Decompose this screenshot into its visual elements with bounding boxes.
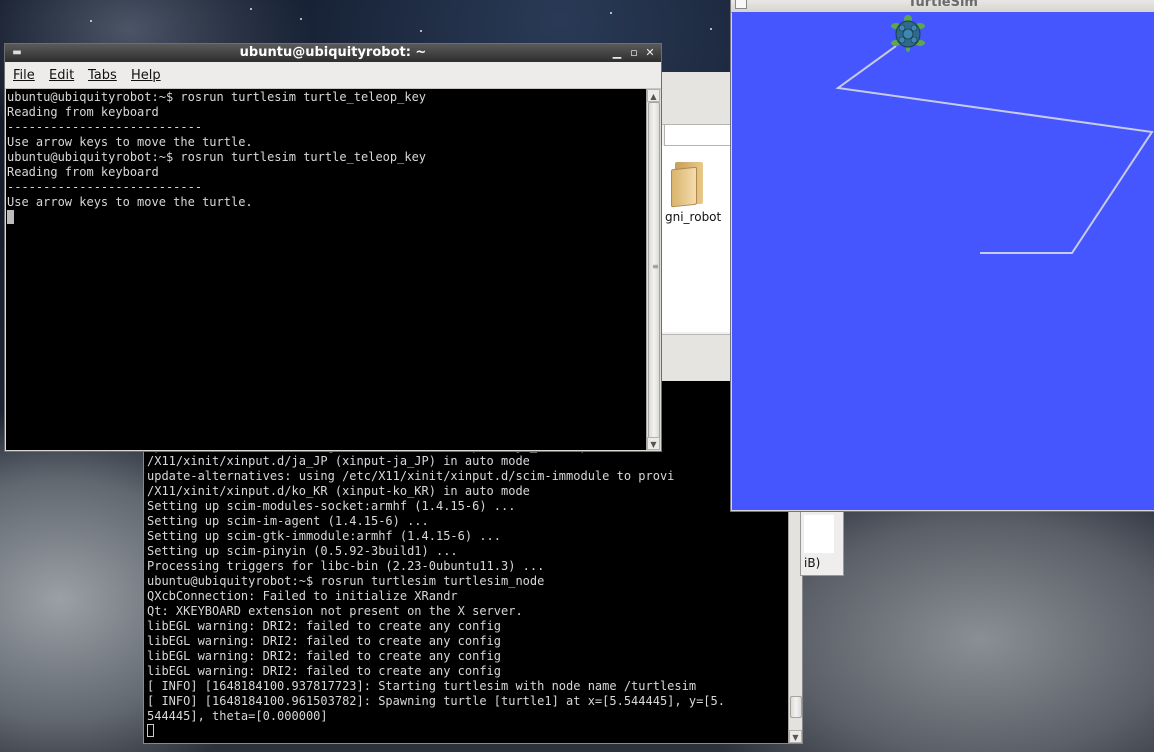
terminal-lines: update-alternatives: using /etc/X11/xini… — [147, 439, 725, 739]
terminal-line: Setting up scim-im-agent (1.4.15-6) ... — [147, 514, 429, 528]
terminal-line: Use arrow keys to move the turtle. — [7, 195, 253, 209]
star — [300, 18, 302, 20]
terminal-titlebar[interactable]: ▬ ubuntu@ubiquityrobot: ~ ▁ ▫ ✕ — [5, 44, 661, 62]
scrollbar-thumb[interactable] — [790, 696, 802, 718]
terminal-line: Setting up scim-modules-socket:armhf (1.… — [147, 499, 516, 513]
menu-tabs[interactable]: Tabs — [88, 68, 117, 83]
partial-window-panel — [804, 515, 834, 553]
star — [420, 30, 422, 32]
terminal-line: libEGL warning: DRI2: failed to create a… — [147, 619, 502, 633]
terminal-menu-icon[interactable]: ▬ — [11, 48, 23, 58]
terminal-prompt-line — [147, 724, 725, 739]
terminal-cursor — [7, 210, 14, 224]
terminal-line: libEGL warning: DRI2: failed to create a… — [147, 649, 502, 663]
scroll-down-icon[interactable]: ▼ — [647, 437, 660, 450]
turtle-path-drawing — [835, 15, 1154, 254]
terminal-line: ubuntu@ubiquityrobot:~$ rosrun turtlesim… — [7, 150, 427, 164]
partial-window: iB) — [800, 510, 844, 576]
scrollbar-grip-icon: ≡ — [652, 262, 659, 271]
terminal-line: 544445], theta=[0.000000] — [147, 709, 328, 723]
window-title: ubuntu@ubiquityrobot: ~ — [239, 45, 427, 60]
menu-edit[interactable]: Edit — [49, 68, 74, 83]
window-menu-icon[interactable] — [735, 0, 747, 9]
maximize-icon[interactable]: ▫ — [628, 46, 640, 60]
scrollbar-thumb[interactable]: ≡ — [648, 102, 660, 439]
scroll-up-icon[interactable]: ▲ — [647, 89, 660, 102]
star — [250, 8, 252, 10]
terminal-line: /X11/xinit/xinput.d/ja_JP (xinput-ja_JP)… — [147, 454, 530, 468]
terminal-line: Reading from keyboard — [7, 165, 159, 179]
location-bar[interactable] — [664, 124, 731, 146]
terminal-line: ubuntu@ubiquityrobot:~$ rosrun turtlesim… — [147, 574, 545, 588]
terminal-line: Processing triggers for libc-bin (2.23-0… — [147, 559, 545, 573]
menu-bar: File Edit Tabs Help — [5, 62, 661, 89]
folder-icon[interactable] — [671, 162, 705, 208]
terminal-line: libEGL warning: DRI2: failed to create a… — [147, 634, 502, 648]
scroll-down-icon[interactable]: ▼ — [789, 730, 802, 743]
minimize-icon[interactable]: ▁ — [611, 46, 623, 60]
file-manager-window[interactable]: gni_robot — [660, 72, 731, 381]
star — [710, 28, 712, 30]
terminal-line: Use arrow keys to move the turtle. — [7, 135, 253, 149]
terminal-line: libEGL warning: DRI2: failed to create a… — [147, 664, 502, 678]
terminal-line: QXcbConnection: Failed to initialize XRa… — [147, 589, 458, 603]
terminal-line: Setting up scim-pinyin (0.5.92-3build1) … — [147, 544, 458, 558]
menu-file[interactable]: File — [13, 68, 35, 83]
terminal-line: Reading from keyboard — [7, 105, 159, 119]
terminal-lines: ubuntu@ubiquityrobot:~$ rosrun turtlesim… — [7, 90, 646, 210]
folder-label[interactable]: gni_robot — [665, 210, 721, 224]
terminal-line: update-alternatives: using /etc/X11/xini… — [147, 469, 675, 483]
file-manager-toolbar — [661, 72, 731, 125]
terminal-line: --------------------------- — [7, 180, 203, 194]
terminal-line: /X11/xinit/xinput.d/ko_KR (xinput-ko_KR)… — [147, 484, 530, 498]
terminal-line: [ INFO] [1648184100.937817723]: Starting… — [147, 679, 697, 693]
partial-window-text: iB) — [804, 556, 821, 570]
terminal-window-teleop[interactable]: ▬ ubuntu@ubiquityrobot: ~ ▁ ▫ ✕ File Edi… — [4, 43, 662, 452]
menu-help[interactable]: Help — [131, 68, 161, 83]
terminal-screen[interactable]: ubuntu@ubiquityrobot:~$ rosrun turtlesim… — [6, 89, 660, 450]
close-icon[interactable]: ✕ — [644, 46, 656, 60]
file-manager-statusbar — [661, 334, 731, 381]
turtlesim-window[interactable]: TurtleSim — [730, 0, 1154, 512]
terminal-line: [ INFO] [1648184100.961503782]: Spawning… — [147, 694, 725, 708]
terminal-scrollbar[interactable]: ▲ ≡ ▼ — [646, 89, 660, 450]
window-title: TurtleSim — [908, 0, 978, 10]
terminal-output: ubuntu@ubiquityrobot:~$ rosrun turtlesim… — [7, 90, 646, 450]
turtle-path — [835, 45, 1154, 254]
turtlesim-canvas — [732, 12, 1154, 510]
terminal-line: Qt: XKEYBOARD extension not present on t… — [147, 604, 523, 618]
terminal-line: --------------------------- — [7, 120, 203, 134]
star — [610, 12, 612, 14]
terminal-line: ubuntu@ubiquityrobot:~$ rosrun turtlesim… — [7, 90, 427, 104]
star — [90, 20, 92, 22]
terminal-line: Setting up scim-gtk-immodule:armhf (1.4.… — [147, 529, 502, 543]
terminal-cursor — [147, 724, 154, 737]
